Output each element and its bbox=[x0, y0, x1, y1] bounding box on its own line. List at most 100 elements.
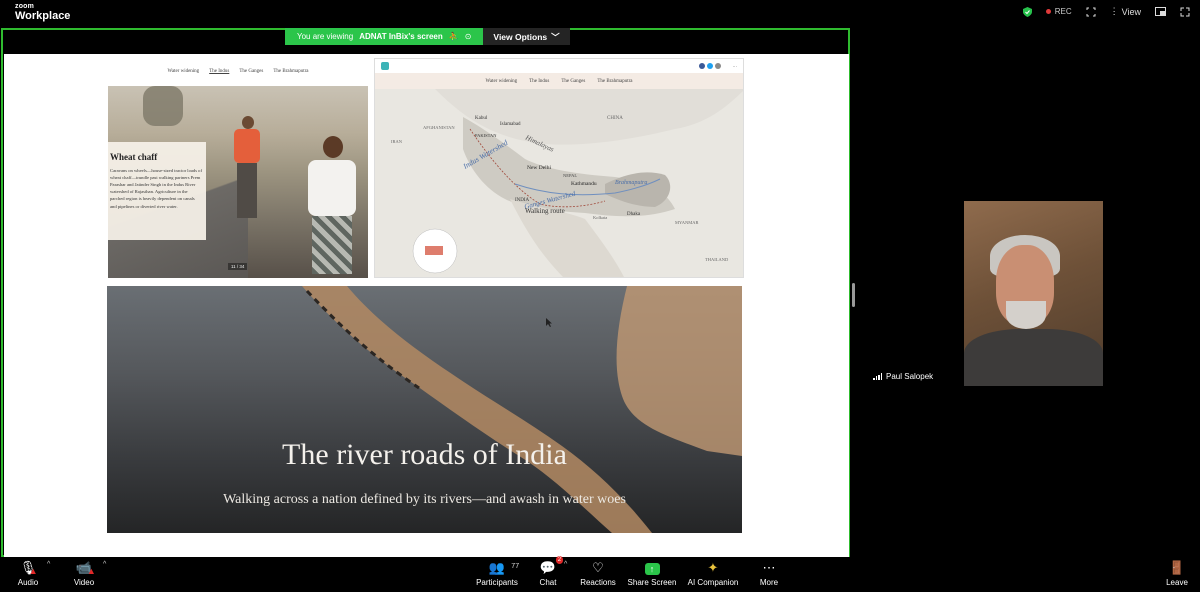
top-bar: zoom Workplace REC ⋮ View bbox=[0, 0, 1200, 28]
chevron-down-icon: ﹀ bbox=[551, 31, 560, 42]
top-right-controls: REC ⋮ View bbox=[1022, 6, 1190, 17]
reactions-label: Reactions bbox=[580, 578, 616, 587]
nav-item-water[interactable]: Water widening bbox=[168, 69, 200, 74]
participants-label: Participants bbox=[476, 578, 518, 587]
facebook-icon[interactable] bbox=[698, 63, 705, 69]
more-icon: ⋯ bbox=[762, 560, 776, 575]
map-label-india: INDIA bbox=[515, 198, 530, 203]
leave-icon: 🚪 bbox=[1168, 560, 1186, 575]
viewing-prefix: You are viewing bbox=[297, 32, 354, 41]
nav-item-brahmaputra[interactable]: The Brahmaputra bbox=[273, 69, 308, 74]
muted-mic-icon: 🎙 ▲ bbox=[19, 560, 38, 576]
article-preview-right[interactable]: ··· Water widening The Indus The Ganges … bbox=[374, 58, 744, 278]
hero-subtitle: Walking across a nation defined by its r… bbox=[223, 492, 626, 507]
shared-screen: You are viewing ADNAT InBix's screen ⛹ ⊙… bbox=[1, 28, 850, 557]
participant-body bbox=[964, 329, 1103, 386]
map-nav-water[interactable]: Water widening bbox=[486, 79, 518, 84]
video-off-icon: 📹 ▲ bbox=[75, 560, 96, 576]
view-options-button[interactable]: View Options ﹀ bbox=[483, 28, 570, 45]
recording-indicator[interactable]: REC bbox=[1045, 7, 1072, 16]
leave-button[interactable]: 🚪 Leave bbox=[1147, 559, 1200, 587]
hero-banner: The river roads of India Walking across … bbox=[107, 286, 742, 533]
leave-label: Leave bbox=[1166, 578, 1188, 587]
map-label-new-delhi: New Delhi bbox=[527, 165, 551, 171]
view-button[interactable]: ⋮ View bbox=[1110, 6, 1141, 17]
map-label-nepal: NEPAL bbox=[563, 173, 577, 178]
brand-large: Workplace bbox=[15, 10, 71, 22]
article-preview-left[interactable]: Water widening The Indus The Ganges The … bbox=[108, 62, 368, 278]
participant-video[interactable] bbox=[964, 201, 1103, 386]
reactions-button[interactable]: ♡ Reactions bbox=[568, 559, 628, 587]
picture-in-picture-icon[interactable] bbox=[1155, 7, 1166, 16]
india-watershed-map: AFGHANISTAN Kabul Islamabad PAKISTAN IRA… bbox=[375, 89, 743, 277]
social-icons: ··· bbox=[698, 63, 738, 69]
fullscreen-icon[interactable] bbox=[1180, 7, 1190, 17]
article-nav: Water widening The Indus The Ganges The … bbox=[108, 62, 368, 80]
photo-caption: Wheat chaff Caravans on wheels—house-siz… bbox=[108, 142, 206, 240]
share-banner: You are viewing ADNAT InBix's screen ⛹ ⊙… bbox=[285, 28, 570, 45]
chat-options-caret[interactable]: ^ bbox=[564, 561, 567, 568]
map-nav-brahmaputra[interactable]: The Brahmaputra bbox=[597, 79, 632, 84]
map-label-thailand: THAILAND bbox=[705, 257, 729, 262]
share-screen-label: Share Screen bbox=[627, 578, 677, 587]
screenshot-icon[interactable] bbox=[1086, 7, 1096, 17]
email-icon[interactable] bbox=[714, 63, 721, 69]
participant-name: Paul Salopek bbox=[886, 372, 934, 381]
rec-label: REC bbox=[1054, 7, 1072, 16]
ai-companion-label: AI Companion bbox=[687, 578, 739, 587]
map-label-kabul: Kabul bbox=[475, 116, 488, 121]
shield-icon[interactable] bbox=[1022, 6, 1032, 17]
caption-title: Wheat chaff bbox=[110, 152, 158, 162]
map-label-afghanistan: AFGHANISTAN bbox=[423, 125, 455, 130]
more-label: More bbox=[759, 578, 779, 587]
sparkle-icon: ✦ bbox=[707, 560, 719, 575]
walker-front bbox=[308, 136, 362, 276]
viewing-notice: You are viewing ADNAT InBix's screen ⛹ ⊙ bbox=[285, 28, 484, 45]
audio-options-caret[interactable]: ^ bbox=[47, 561, 50, 568]
signal-strength-icon bbox=[873, 373, 882, 380]
hero-title: The river roads of India bbox=[282, 438, 567, 471]
site-logo-icon bbox=[381, 62, 389, 70]
nav-item-ganges[interactable]: The Ganges bbox=[239, 69, 263, 74]
map-label-walking-route: Walking route bbox=[525, 207, 565, 215]
more-button[interactable]: ⋯ More bbox=[739, 559, 799, 587]
map-label-dhaka: Dhaka bbox=[627, 212, 641, 217]
participants-icon: 👥 77 bbox=[488, 560, 520, 575]
meeting-toolbar: 🎙 ▲ Audio ^ 📹 ▲ Video ^ 👥 77 Participants 💬… bbox=[0, 556, 1200, 592]
walkers-photo: Wheat chaff Caravans on wheels—house-siz… bbox=[108, 86, 368, 278]
mouse-cursor-icon bbox=[546, 318, 552, 327]
share-screen-button[interactable]: ↑ Share Screen bbox=[622, 559, 682, 587]
video-options-caret[interactable]: ^ bbox=[103, 561, 106, 568]
chaff-load bbox=[143, 86, 183, 126]
brand-small: zoom bbox=[15, 3, 35, 10]
zoom-window: zoom Workplace REC ⋮ View You are viewin… bbox=[0, 0, 1200, 592]
map-nav-ganges[interactable]: The Ganges bbox=[561, 79, 585, 84]
participant-beard bbox=[1006, 301, 1046, 329]
map-nav-indus[interactable]: The Indus bbox=[529, 79, 549, 84]
slide-pager: 11 / 34 bbox=[228, 263, 248, 270]
ai-companion-button[interactable]: ✦ AI Companion bbox=[683, 559, 743, 587]
participant-name-tag: Paul Salopek bbox=[873, 372, 933, 381]
view-grid-icon: ⋮ bbox=[1109, 6, 1119, 16]
map-label-kathmandu: Kathmandu bbox=[571, 181, 597, 187]
presenter-name: ADNAT InBix's screen bbox=[359, 32, 443, 41]
share-screen-icon: ↑ bbox=[644, 559, 660, 576]
walker-back bbox=[234, 116, 264, 226]
zoom-logo: zoom Workplace bbox=[15, 3, 70, 22]
map-label-islamabad: Islamabad bbox=[500, 122, 521, 127]
remote-control-icon[interactable]: ⛹ bbox=[449, 32, 459, 41]
record-dot-icon bbox=[1045, 9, 1051, 14]
map-label-pakistan: PAKISTAN bbox=[475, 133, 497, 138]
map-label-kolkata: Kolkata bbox=[593, 215, 607, 220]
map-card-nav: Water widening The Indus The Ganges The … bbox=[375, 73, 743, 89]
chat-label: Chat bbox=[539, 578, 557, 587]
panel-scroll-handle[interactable] bbox=[852, 283, 855, 307]
caption-body: Caravans on wheels—house-sized tractor l… bbox=[110, 168, 202, 209]
chat-badge: 2 bbox=[555, 556, 564, 564]
twitter-icon[interactable] bbox=[706, 63, 713, 69]
info-icon[interactable]: ⊙ bbox=[465, 32, 472, 41]
more-options-icon[interactable]: ··· bbox=[733, 64, 738, 69]
nav-item-indus[interactable]: The Indus bbox=[209, 69, 229, 74]
map-label-myanmar: MYANMAR bbox=[675, 220, 699, 225]
chat-icon: 💬 2 bbox=[539, 556, 564, 575]
